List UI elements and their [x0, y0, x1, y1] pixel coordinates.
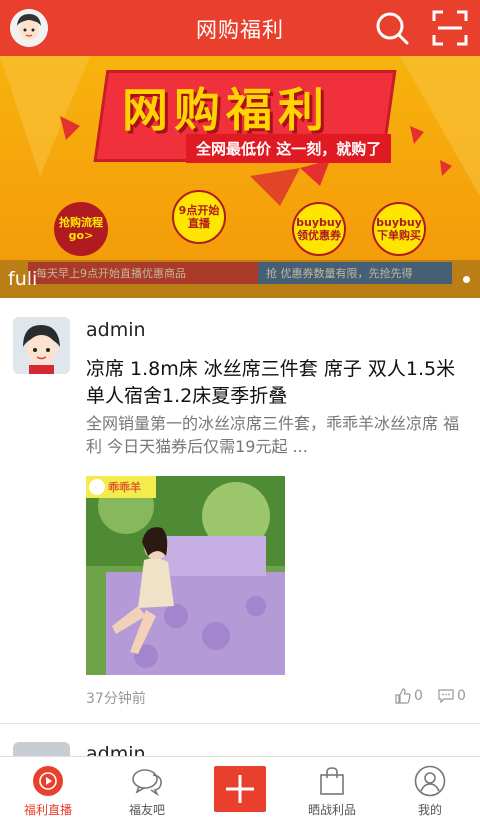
like-button[interactable]: 0	[395, 688, 423, 704]
banner-bubble-flow: 抢购流程go>	[54, 202, 108, 256]
nav-label-showoff: 晒战利品	[307, 803, 356, 817]
banner-slogan: 全网最低价 这一刻，就购了	[186, 134, 392, 163]
search-icon[interactable]	[374, 10, 410, 46]
product-image[interactable]: 乖乖羊	[86, 476, 285, 675]
nav-label-live: 福利直播	[23, 803, 72, 817]
app-header: 网购福利	[0, 0, 480, 56]
nav-item-live[interactable]: 福利直播	[0, 757, 96, 820]
comment-icon	[438, 689, 454, 704]
nav-item-showoff[interactable]: 晒战利品	[284, 757, 380, 820]
author-avatar[interactable]	[13, 317, 70, 374]
scan-icon[interactable]	[432, 10, 468, 46]
banner-caption: fuli	[8, 268, 38, 290]
comment-count: 0	[457, 688, 466, 704]
banner-caption-bar	[0, 260, 480, 298]
banner-bubble-buy: buybuy下单购买	[372, 202, 426, 256]
nav-label-friends: 福友吧	[128, 803, 165, 817]
author-avatar[interactable]	[13, 742, 70, 756]
post-card[interactable]: admin	[0, 724, 480, 756]
post-title[interactable]: 凉席 1.8m床 冰丝席三件套 席子 双人1.5米单人宿舍1.2床夏季折叠	[86, 356, 466, 410]
nav-item-friends[interactable]: 福友吧	[99, 757, 195, 820]
bottom-nav: 福利直播 福友吧 晒战利品 我的	[0, 756, 480, 820]
banner-bubble-live: 9点开始直播	[172, 190, 226, 244]
comment-button[interactable]: 0	[438, 688, 466, 704]
add-post-button[interactable]	[214, 766, 266, 812]
thumbs-up-icon	[395, 688, 411, 704]
banner-bubble-coupon: buybuy领优惠券	[292, 202, 346, 256]
carousel-indicator[interactable]	[463, 276, 470, 283]
brand-tag: 乖乖羊	[108, 481, 141, 494]
plus-icon	[226, 775, 254, 803]
promo-banner[interactable]: 网购福利 全网最低价 这一刻，就购了 抢购流程go> 9点开始直播 buybuy…	[0, 56, 480, 298]
banner-headline: 网购福利	[122, 83, 330, 137]
post-time: 37分钟前	[86, 691, 146, 707]
post-author[interactable]: admin	[86, 319, 146, 341]
post-description[interactable]: 全网销量第一的冰丝凉席三件套，乖乖羊冰丝凉席 福利 今日天猫券后仅需19元起 .…	[86, 412, 466, 458]
like-count: 0	[414, 688, 423, 704]
nav-label-mine: 我的	[417, 803, 442, 817]
user-icon	[414, 765, 446, 797]
nav-item-mine[interactable]: 我的	[382, 757, 478, 820]
shopping-bag-icon	[320, 767, 344, 795]
play-circle-icon	[33, 766, 63, 796]
post-card[interactable]: admin 凉席 1.8m床 冰丝席三件套 席子 双人1.5米单人宿舍1.2床夏…	[0, 298, 480, 724]
chat-bubbles-icon	[132, 769, 162, 797]
post-author[interactable]: admin	[86, 743, 146, 756]
